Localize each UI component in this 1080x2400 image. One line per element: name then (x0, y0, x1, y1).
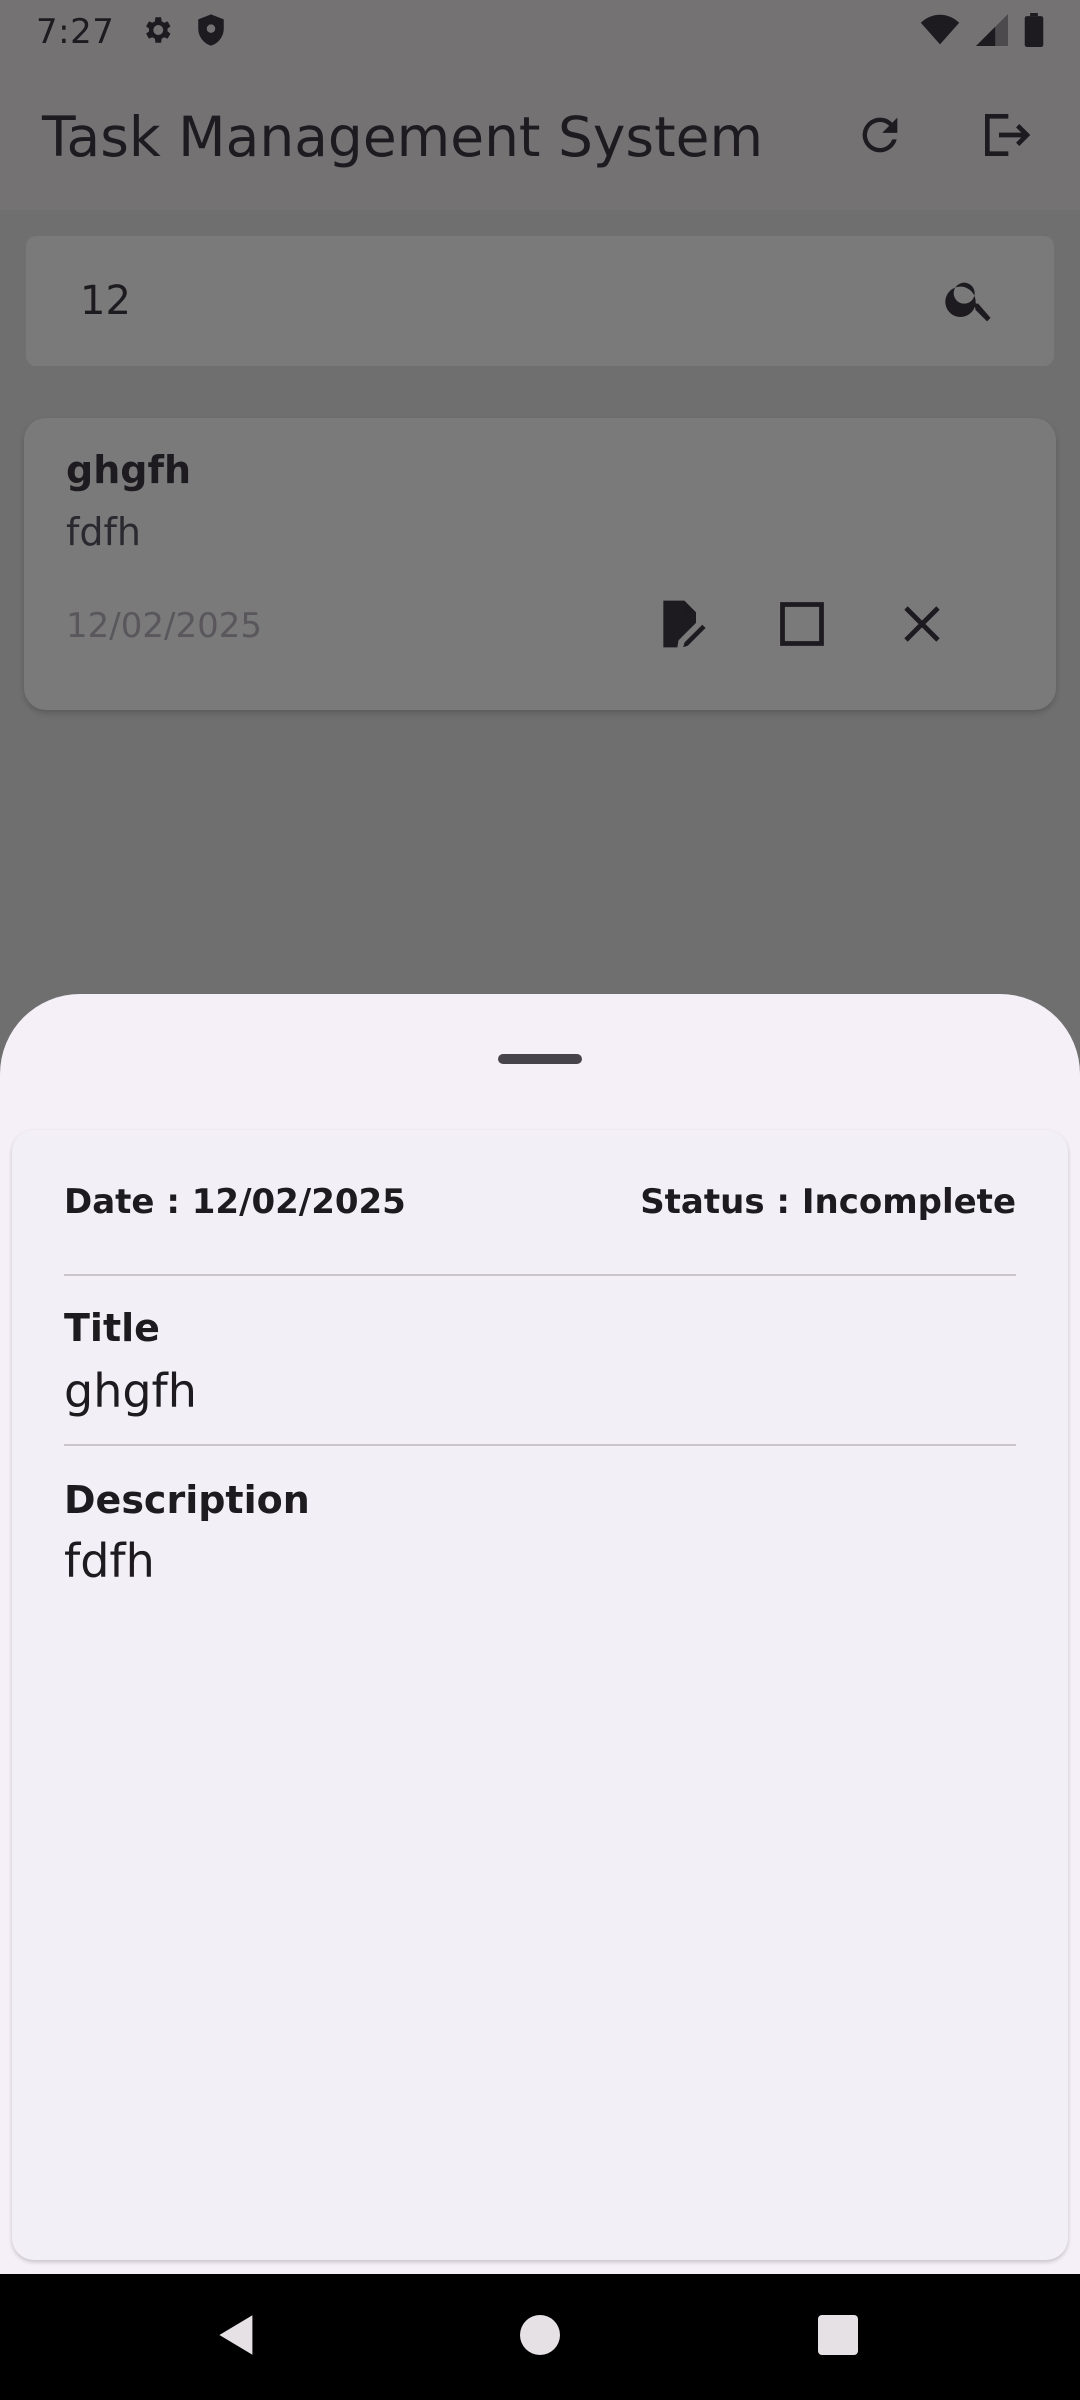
logout-icon (978, 107, 1034, 167)
search-value: 12 (80, 278, 131, 324)
title-value: ghgfh (64, 1364, 197, 1418)
edit-button[interactable] (650, 594, 714, 658)
task-date: 12/02/2025 (66, 606, 262, 646)
app-bar: Task Management System (0, 64, 1080, 210)
detail-status: Status : Incomplete (640, 1182, 1016, 1222)
meta-row: Date : 12/02/2025 Status : Incomplete (64, 1182, 1016, 1222)
status-right-icons (920, 13, 1044, 51)
search-input[interactable]: 12 (26, 236, 1054, 366)
divider (64, 1444, 1016, 1446)
description-label: Description (64, 1478, 310, 1522)
edit-icon (654, 596, 710, 656)
back-icon (215, 2313, 259, 2361)
navigation-bar (0, 2274, 1080, 2400)
description-value: fdfh (64, 1534, 155, 1588)
battery-icon (1024, 13, 1044, 51)
recents-icon (818, 2315, 858, 2359)
search-icon[interactable] (942, 271, 998, 331)
task-title: ghgfh (66, 448, 192, 492)
refresh-button[interactable] (848, 105, 912, 169)
logout-button[interactable] (974, 105, 1038, 169)
home-icon (520, 2315, 560, 2359)
wifi-icon (920, 14, 960, 50)
delete-button[interactable] (890, 594, 954, 658)
close-icon (898, 600, 946, 652)
task-description: fdfh (66, 510, 141, 554)
checkbox-icon (776, 598, 828, 654)
task-actions (650, 594, 954, 658)
page-title: Task Management System (42, 105, 764, 169)
status-left-icons (140, 13, 226, 51)
home-button[interactable] (507, 2304, 573, 2370)
task-detail-card: Date : 12/02/2025 Status : Incomplete Ti… (12, 1130, 1068, 2260)
detail-date: Date : 12/02/2025 (64, 1182, 406, 1222)
status-bar: 7:27 (0, 0, 1080, 64)
refresh-icon (854, 109, 906, 165)
app-bar-actions (848, 105, 1038, 169)
shield-icon (196, 13, 226, 51)
signal-icon (976, 14, 1008, 50)
task-card[interactable]: ghgfh fdfh 12/02/2025 (24, 418, 1056, 710)
drag-handle[interactable] (498, 1054, 582, 1064)
back-button[interactable] (204, 2304, 270, 2370)
settings-icon (140, 13, 174, 51)
title-label: Title (64, 1306, 160, 1350)
divider (64, 1274, 1016, 1276)
status-time: 7:27 (36, 12, 115, 52)
bottom-sheet: Date : 12/02/2025 Status : Incomplete Ti… (0, 994, 1080, 2274)
recents-button[interactable] (805, 2304, 871, 2370)
complete-checkbox[interactable] (770, 594, 834, 658)
